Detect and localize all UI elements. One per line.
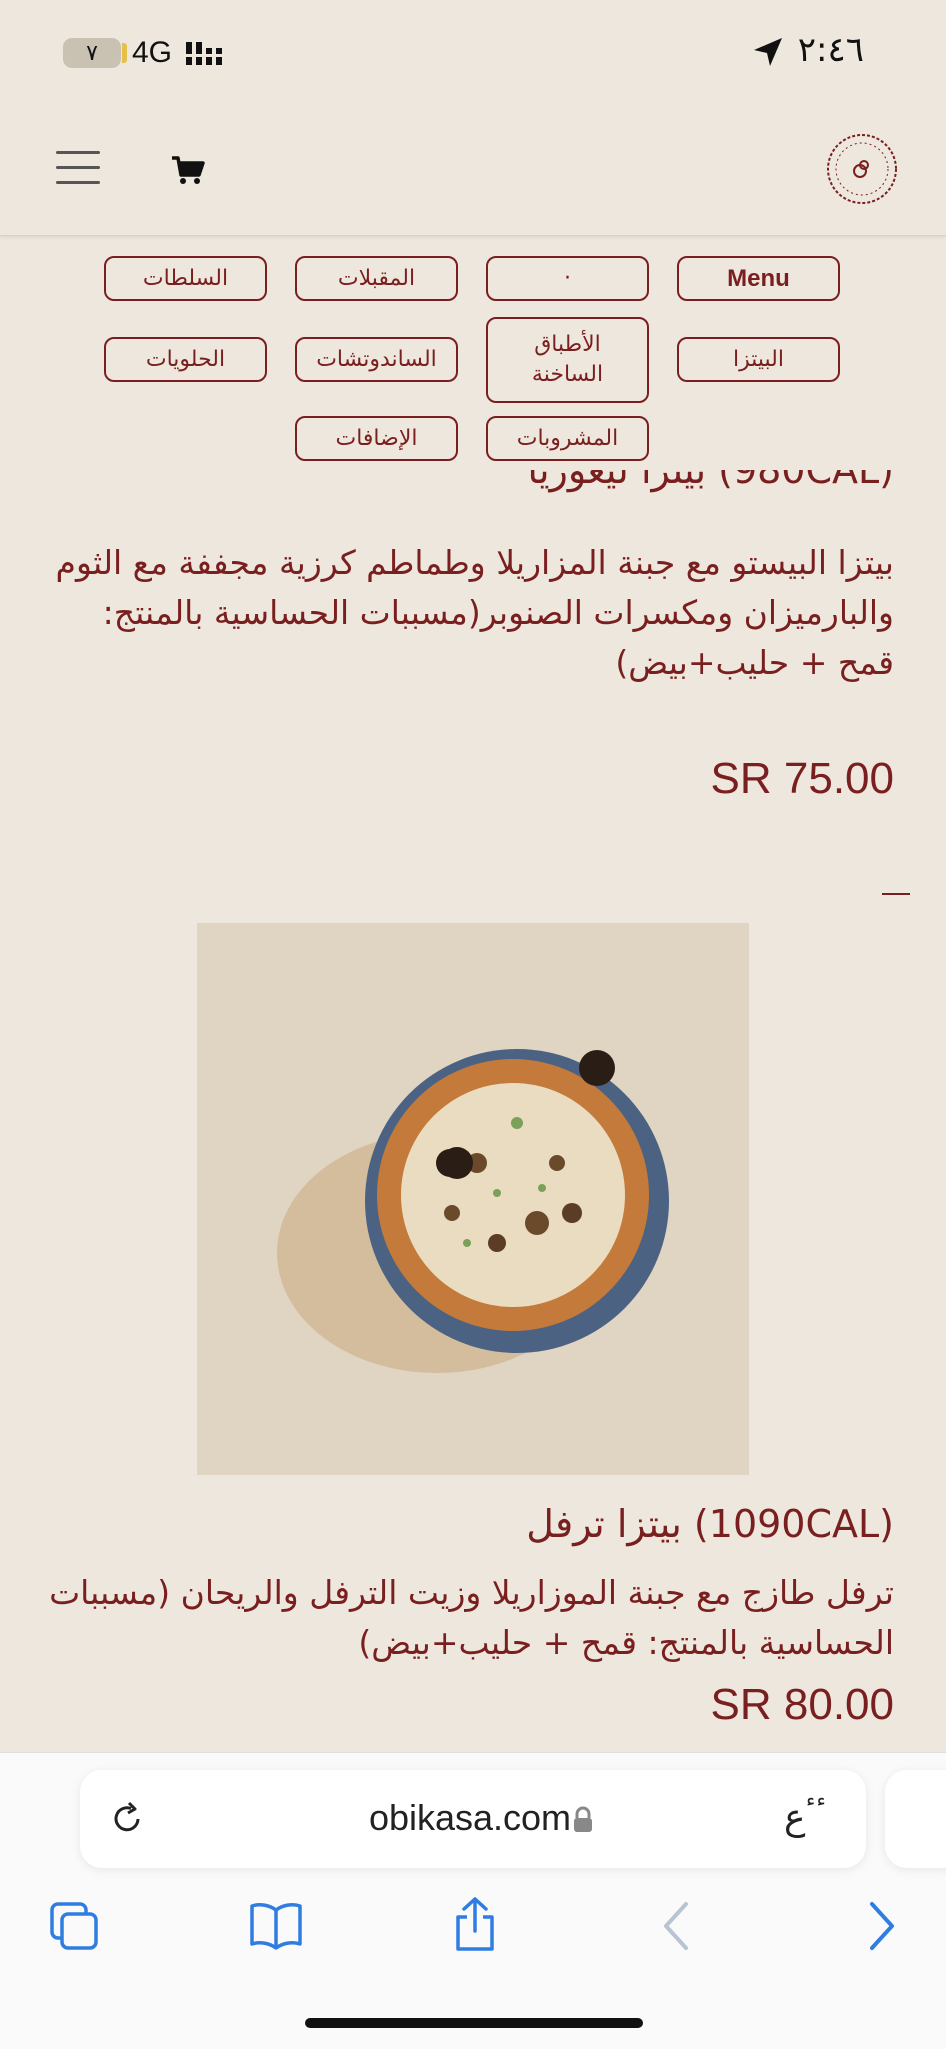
- site-header: [0, 105, 946, 236]
- share-icon[interactable]: [452, 1895, 498, 1953]
- forward-icon[interactable]: [866, 1900, 898, 1952]
- category-appetizers-button[interactable]: المقبلات: [295, 256, 458, 301]
- category-salads-button[interactable]: السلطات: [104, 256, 267, 301]
- network-type: 4G: [132, 36, 173, 69]
- menu-item-title: (1090CAL) بيتزا ترفل: [526, 1502, 894, 1546]
- divider: [882, 893, 910, 895]
- category-extras-button[interactable]: الإضافات: [295, 416, 458, 461]
- reload-icon[interactable]: [108, 1800, 146, 1838]
- menu-item-price: SR 80.00: [710, 1680, 894, 1729]
- menu-item-description: ترفل طازج مع جبنة الموزاريلا وزيت الترفل…: [49, 1573, 894, 1662]
- category-drinks-button[interactable]: المشروبات: [486, 416, 649, 461]
- signal-icon: [186, 42, 222, 65]
- category-desserts-button[interactable]: الحلويات: [104, 337, 267, 382]
- cart-icon[interactable]: [170, 155, 206, 187]
- tabs-icon[interactable]: [48, 1900, 100, 1952]
- lock-icon: [574, 1806, 592, 1832]
- next-tab-preview[interactable]: [885, 1770, 946, 1868]
- menu-item-price: SR 75.00: [710, 754, 894, 803]
- pizza-photo[interactable]: [197, 923, 749, 1475]
- clock: ٢:٤٦: [797, 30, 864, 70]
- category-menu-button[interactable]: Menu: [677, 256, 840, 301]
- battery-indicator: ٧: [63, 38, 127, 68]
- truffle-pizza-image: [277, 1049, 669, 1373]
- status-bar: ٧ 4G ٢:٤٦: [0, 0, 946, 105]
- hamburger-menu-icon[interactable]: [56, 151, 100, 185]
- restaurant-logo[interactable]: [820, 127, 904, 211]
- back-icon[interactable]: [660, 1900, 692, 1952]
- category-dot-button[interactable]: ·: [486, 256, 649, 301]
- category-sandwiches-button[interactable]: الساندوتشات: [295, 337, 458, 382]
- home-indicator[interactable]: [305, 2018, 643, 2028]
- category-pizza-button[interactable]: البيتزا: [677, 337, 840, 382]
- bookmarks-icon[interactable]: [248, 1900, 304, 1952]
- category-hot-dishes-button[interactable]: الأطباق الساخنة: [486, 317, 649, 403]
- url-text[interactable]: obikasa.com: [260, 1797, 680, 1839]
- text-size-button[interactable]: ٴٴع: [784, 1797, 827, 1838]
- menu-item-title: (980CAL) بيتزا ليغوريا: [527, 470, 894, 492]
- menu-item-description: بيتزا البيستو مع جبنة المزاريلا وطماطم ك…: [55, 543, 894, 682]
